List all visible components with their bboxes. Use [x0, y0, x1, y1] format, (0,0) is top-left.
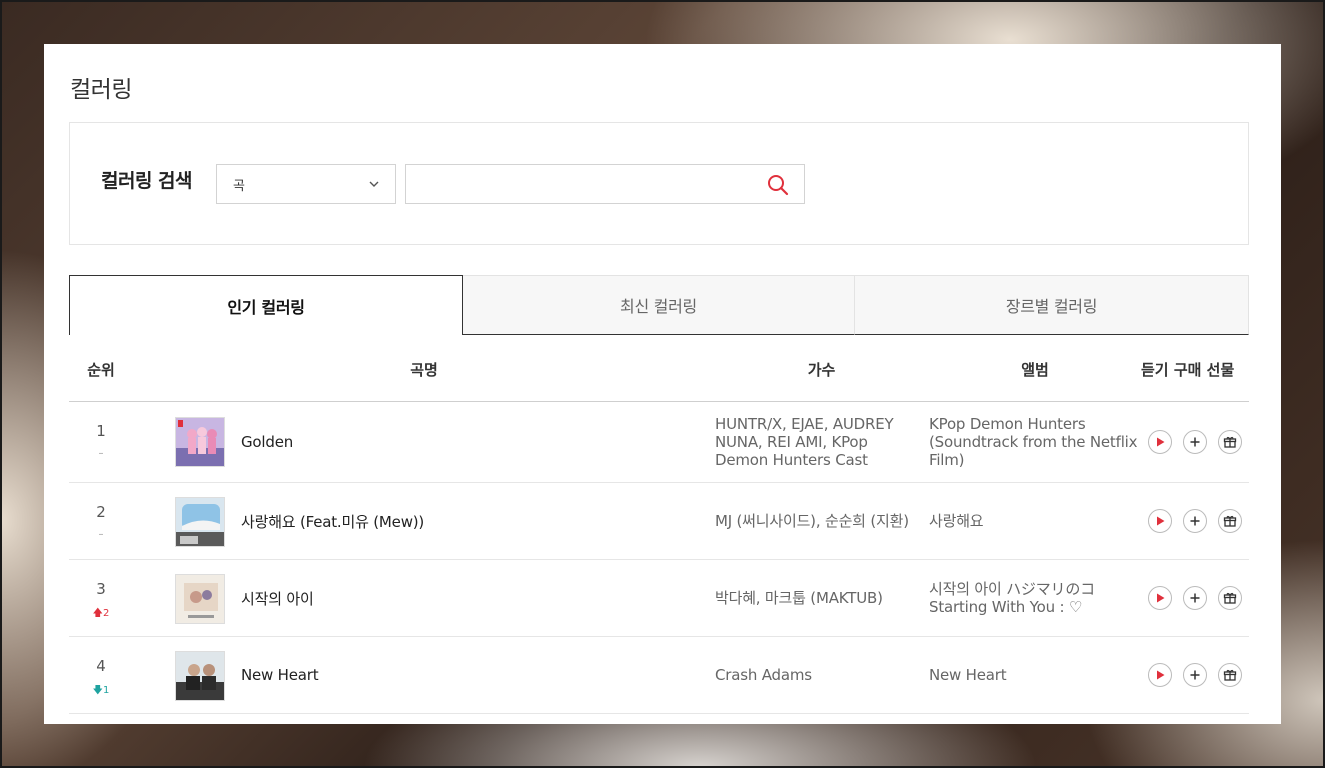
rank-number: 2 [96, 503, 106, 521]
play-icon [1157, 516, 1165, 526]
search-box: 컬러링 검색 곡 [69, 122, 1249, 245]
song-title[interactable]: 시작의 아이 [241, 560, 314, 636]
rank-number: 1 [96, 422, 106, 440]
header-actions: 듣기 구매 선물 [1141, 361, 1235, 379]
gift-icon [1223, 436, 1237, 448]
plus-icon [1190, 516, 1200, 526]
rank-change-text: – [98, 529, 104, 540]
search-input[interactable] [406, 165, 756, 203]
album-cover-art [176, 418, 224, 466]
gift-button[interactable] [1218, 430, 1242, 454]
plus-icon [1190, 437, 1200, 447]
header-artist: 가수 [807, 361, 836, 379]
rank-change: 🡅2 [69, 606, 133, 623]
play-button[interactable] [1148, 586, 1172, 610]
play-icon [1157, 437, 1165, 447]
arrow-up-icon: 🡅 [92, 608, 103, 619]
coloring-panel: 컬러링 컬러링 검색 곡 인기 컬러링 최신 컬러링 장르별 컬러링 순위 곡명… [44, 44, 1281, 724]
album-name[interactable]: New Heart [929, 637, 1141, 713]
play-icon [1157, 670, 1165, 680]
coloring-tabs: 인기 컬러링 최신 컬러링 장르별 컬러링 [69, 275, 1249, 335]
album-cover[interactable] [175, 497, 225, 547]
play-button[interactable] [1148, 430, 1172, 454]
gift-icon [1223, 592, 1237, 604]
rank-change-text: – [98, 448, 104, 459]
rank-change: – [69, 529, 133, 540]
artist-name[interactable]: 박다혜, 마크툽 (MAKTUB) [715, 560, 911, 636]
album-name[interactable]: 사랑해요 [929, 483, 1141, 559]
gift-button[interactable] [1218, 509, 1242, 533]
album-cover[interactable] [175, 651, 225, 701]
chart-list: 1 – Golden HUNTR/X, EJAE, AUDREY NUNA, R… [69, 402, 1249, 714]
play-button[interactable] [1148, 663, 1172, 687]
add-button[interactable] [1183, 509, 1207, 533]
plus-icon [1190, 593, 1200, 603]
album-cover-art [176, 575, 224, 623]
song-title[interactable]: Golden [241, 402, 293, 482]
rank-change: 🡇1 [69, 683, 133, 700]
table-row: 4 🡇1 New Heart Crash Adams New Heart [69, 637, 1249, 714]
row-actions [1148, 402, 1242, 482]
artist-name[interactable]: HUNTR/X, EJAE, AUDREY NUNA, REI AMI, KPo… [715, 402, 911, 482]
table-header: 순위 곡명 가수 앨범 듣기 구매 선물 [69, 335, 1249, 402]
plus-icon [1190, 670, 1200, 680]
header-song: 곡명 [410, 361, 438, 379]
row-actions [1148, 483, 1242, 559]
album-cover[interactable] [175, 574, 225, 624]
play-icon [1157, 593, 1165, 603]
header-album: 앨범 [1021, 361, 1049, 379]
search-icon[interactable] [766, 173, 790, 197]
album-cover[interactable] [175, 417, 225, 467]
search-type-value: 곡 [233, 179, 245, 194]
rank-change: – [69, 448, 133, 459]
header-rank: 순위 [87, 361, 115, 379]
row-actions [1148, 637, 1242, 713]
add-button[interactable] [1183, 430, 1207, 454]
row-actions [1148, 560, 1242, 636]
rank-change-value: 2 [102, 608, 110, 619]
page-title: 컬러링 [70, 77, 132, 103]
song-title[interactable]: New Heart [241, 637, 319, 713]
artist-name[interactable]: Crash Adams [715, 637, 911, 713]
tab-latest[interactable]: 최신 컬러링 [463, 275, 855, 335]
gift-icon [1223, 669, 1237, 681]
gift-button[interactable] [1218, 586, 1242, 610]
album-cover-art [176, 652, 224, 700]
table-row: 2 – 사랑해요 (Feat.미유 (Mew)) MJ (써니사이드), 순순희… [69, 483, 1249, 560]
search-label: 컬러링 검색 [101, 170, 193, 192]
rank-number: 3 [96, 580, 106, 598]
arrow-down-icon: 🡇 [92, 685, 103, 696]
tab-popular[interactable]: 인기 컬러링 [69, 275, 463, 335]
play-button[interactable] [1148, 509, 1172, 533]
table-row: 1 – Golden HUNTR/X, EJAE, AUDREY NUNA, R… [69, 402, 1249, 483]
chevron-down-icon [369, 181, 379, 187]
album-name[interactable]: 시작의 아이 ハジマリのコ Starting With You : ♡ [929, 560, 1141, 636]
song-title[interactable]: 사랑해요 (Feat.미유 (Mew)) [241, 483, 424, 559]
gift-icon [1223, 515, 1237, 527]
album-name[interactable]: KPop Demon Hunters (Soundtrack from the … [929, 402, 1141, 482]
search-field [405, 164, 805, 204]
add-button[interactable] [1183, 663, 1207, 687]
rank-number: 4 [96, 657, 106, 675]
table-row: 3 🡅2 시작의 아이 박다혜, 마크툽 (MAKTUB) 시작의 아이 ハジマ… [69, 560, 1249, 637]
tab-genre[interactable]: 장르별 컬러링 [855, 275, 1249, 335]
search-type-select[interactable]: 곡 [216, 164, 396, 204]
album-cover-art [176, 498, 224, 546]
add-button[interactable] [1183, 586, 1207, 610]
rank-change-value: 1 [102, 685, 110, 696]
artist-name[interactable]: MJ (써니사이드), 순순희 (지환) [715, 483, 911, 559]
gift-button[interactable] [1218, 663, 1242, 687]
